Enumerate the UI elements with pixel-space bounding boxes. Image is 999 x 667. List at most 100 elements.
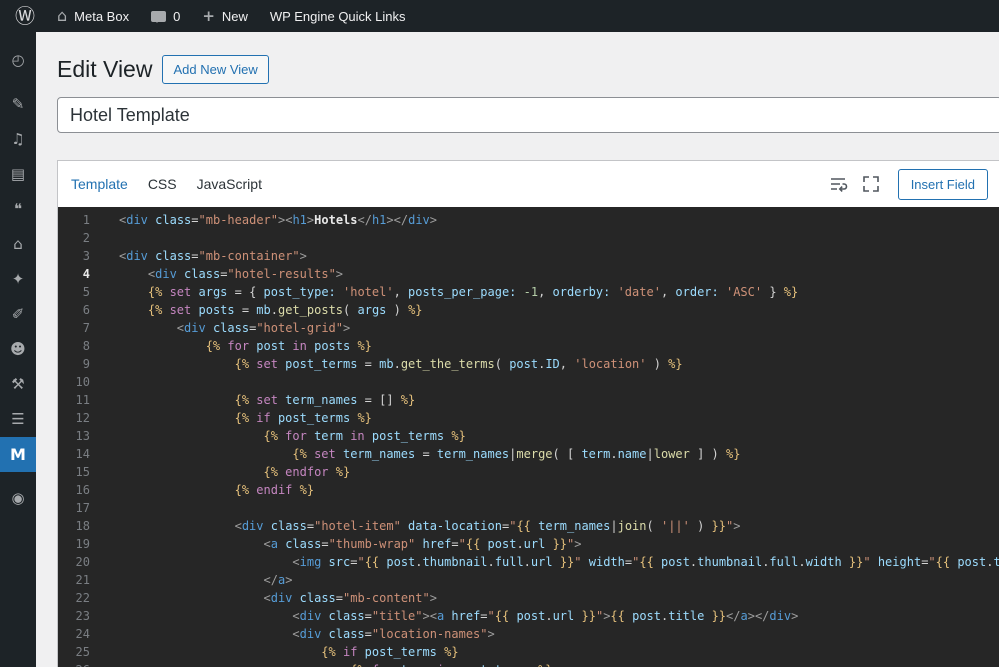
code-area: 1<div class="mb-header"><h1>Hotels</h1><… [58,211,999,667]
editor-tabbar: Template CSS JavaScript [58,161,999,207]
insert-field-button[interactable]: Insert Field [898,169,988,200]
code-text[interactable] [106,229,126,247]
wp-engine-icon: ◉ [11,491,24,506]
code-line: 6 {% set posts = mb.get_posts( args ) %} [58,301,999,319]
code-text[interactable]: {% for term in post_terms %} [106,661,553,667]
sidebar-item-users[interactable]: ☻ [0,332,36,367]
line-number: 14 [58,445,106,463]
code-text[interactable]: <div class="title"><a href="{{ post.url … [106,607,798,625]
code-text[interactable]: <div class="mb-header"><h1>Hotels</h1></… [106,211,437,229]
wp-engine-quick-links-menu[interactable]: WP Engine Quick Links [259,0,417,32]
code-text[interactable]: </a> [106,571,292,589]
code-text[interactable]: {% set posts = mb.get_posts( args ) %} [106,301,423,319]
code-line: 3<div class="mb-container"> [58,247,999,265]
line-number: 7 [58,319,106,337]
line-number: 21 [58,571,106,589]
sidebar-item-posts[interactable]: ✎ [0,87,36,122]
code-line: 21 </a> [58,571,999,589]
sidebar-item-media[interactable]: ♫ [0,122,36,157]
new-content-menu[interactable]: + New [191,0,259,32]
building-icon: ⌂ [13,237,23,252]
line-number: 13 [58,427,106,445]
code-text[interactable]: <a class="thumb-wrap" href="{{ post.url … [106,535,582,553]
code-line: 2 [58,229,999,247]
editor-tabs: Template CSS JavaScript [71,176,262,192]
admin-bar: Ⓦ ⌂ Meta Box 0 + New WP Engine Quick Lin… [0,0,999,32]
wrap-lines-icon[interactable] [828,174,848,194]
code-text[interactable]: {% if post_terms %} [106,409,372,427]
line-number: 15 [58,463,106,481]
fullscreen-icon[interactable] [861,174,881,194]
line-number: 20 [58,553,106,571]
code-text[interactable] [106,373,126,391]
sidebar-item-meta-box[interactable]: M [0,437,36,472]
sidebar-item-appearance[interactable]: ✐ [0,297,36,332]
view-title-input[interactable] [57,97,999,133]
admin-sidebar: ◴ ✎♫▤❝ ⌂ ✦✐ ☻ ⚒ ☰M ◉ [0,32,36,667]
code-line: 11 {% set term_names = [] %} [58,391,999,409]
code-text[interactable] [106,499,126,517]
sidebar-item-hotels[interactable]: ⌂ [0,227,36,262]
users-icon: ☻ [10,342,26,357]
code-text[interactable]: <div class="mb-content"> [106,589,437,607]
new-label: New [222,9,248,24]
line-number: 8 [58,337,106,355]
code-text[interactable]: {% endif %} [106,481,314,499]
editor-panel: Template CSS JavaScript [57,160,999,667]
sidebar-item-comments[interactable]: ❝ [0,192,36,227]
line-number: 23 [58,607,106,625]
code-text[interactable]: <div class="mb-container"> [106,247,307,265]
sidebar-item-settings[interactable]: ☰ [0,402,36,437]
code-text[interactable]: {% for term in post_terms %} [106,427,466,445]
code-text[interactable]: <img src="{{ post.thumbnail.full.url }}"… [106,553,999,571]
main-content: Edit View Add New View Template CSS JavaSc… [36,32,999,667]
page-title: Edit View [57,54,152,84]
wordpress-admin-screen: Ⓦ ⌂ Meta Box 0 + New WP Engine Quick Lin… [0,0,999,667]
code-line: 17 [58,499,999,517]
code-text[interactable]: {% set term_names = term_names|merge( [ … [106,445,740,463]
sidebar-item-plugins[interactable]: ✦ [0,262,36,297]
site-menu[interactable]: ⌂ Meta Box [46,0,140,32]
code-line: 18 <div class="hotel-item" data-location… [58,517,999,535]
line-number: 10 [58,373,106,391]
line-number: 9 [58,355,106,373]
code-text[interactable]: {% set post_terms = mb.get_the_terms( po… [106,355,683,373]
code-editor[interactable]: 1<div class="mb-header"><h1>Hotels</h1><… [58,207,999,667]
wordpress-logo-icon: Ⓦ [15,6,35,26]
code-text[interactable]: {% if post_terms %} [106,643,459,661]
sidebar-item-pages[interactable]: ▤ [0,157,36,192]
code-text[interactable]: {% for post in posts %} [106,337,372,355]
code-line: 19 <a class="thumb-wrap" href="{{ post.u… [58,535,999,553]
line-number: 25 [58,643,106,661]
line-number: 24 [58,625,106,643]
line-number: 18 [58,517,106,535]
sidebar-item-wp-engine[interactable]: ◉ [0,481,36,516]
code-text[interactable]: <div class="location-names"> [106,625,495,643]
code-line: 4 <div class="hotel-results"> [58,265,999,283]
code-text[interactable]: <div class="hotel-grid"> [106,319,350,337]
comments-menu[interactable]: 0 [140,0,191,32]
comments-icon [151,11,166,22]
tab-css[interactable]: CSS [148,176,177,192]
line-number: 1 [58,211,106,229]
sidebar-item-tools[interactable]: ⚒ [0,367,36,402]
line-number: 17 [58,499,106,517]
line-number: 6 [58,301,106,319]
tab-javascript[interactable]: JavaScript [197,176,262,192]
add-new-view-button[interactable]: Add New View [162,55,268,84]
code-text[interactable]: {% endfor %} [106,463,350,481]
plus-icon: + [202,9,215,24]
code-text[interactable]: {% set args = { post_type: 'hotel', post… [106,283,798,301]
dashboard-icon: ◴ [11,53,24,68]
code-line: 26 {% for term in post_terms %} [58,661,999,667]
code-text[interactable]: <div class="hotel-item" data-location="{… [106,517,740,535]
sidebar-item-dashboard[interactable]: ◴ [0,43,36,78]
code-text[interactable]: {% set term_names = [] %} [106,391,415,409]
sidebar-menu: ◴ ✎♫▤❝ ⌂ ✦✐ ☻ ⚒ ☰M ◉ [0,43,36,516]
tools-icon: ⚒ [11,377,24,392]
code-line: 8 {% for post in posts %} [58,337,999,355]
tab-template[interactable]: Template [71,176,128,192]
code-text[interactable]: <div class="hotel-results"> [106,265,343,283]
code-line: 15 {% endfor %} [58,463,999,481]
wp-logo-menu[interactable]: Ⓦ [4,0,46,32]
